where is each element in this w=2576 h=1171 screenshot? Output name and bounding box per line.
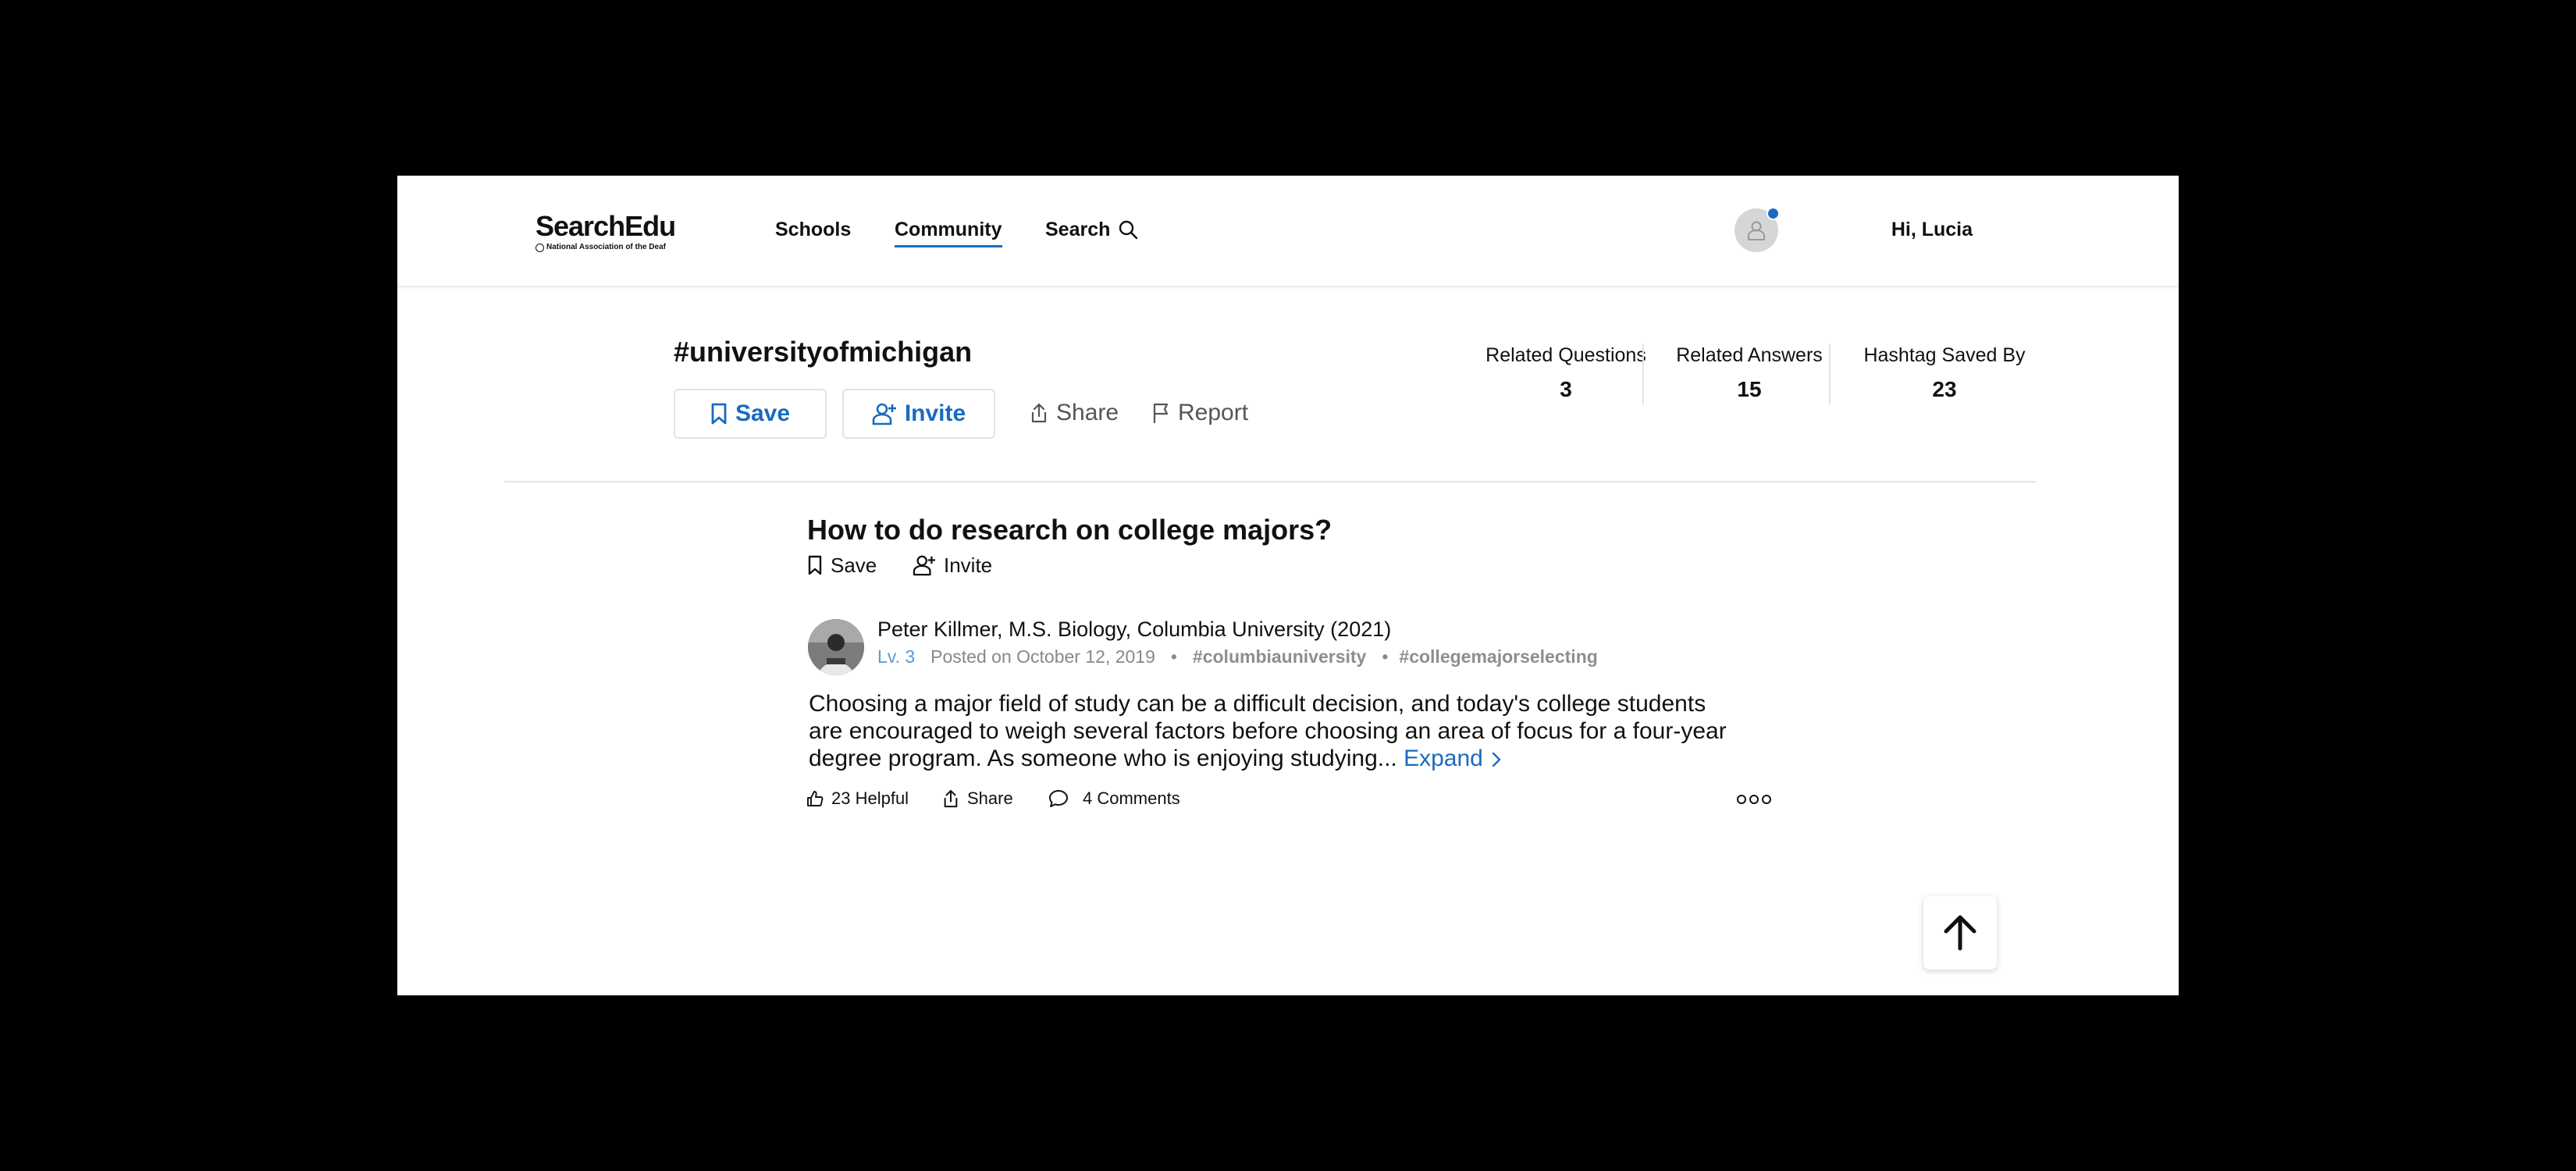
stat-label: Related Questions bbox=[1485, 344, 1646, 366]
share-icon bbox=[1030, 402, 1048, 424]
scroll-to-top-button[interactable] bbox=[1923, 896, 1997, 970]
author-avatar[interactable] bbox=[808, 619, 864, 675]
add-user-icon bbox=[872, 402, 897, 425]
comments-label: 4 Comments bbox=[1083, 788, 1180, 808]
share-hashtag-label: Share bbox=[1056, 400, 1119, 425]
stat-value: 23 bbox=[1932, 377, 1957, 401]
section-divider bbox=[504, 481, 2036, 482]
expand-link[interactable]: Expand bbox=[1404, 746, 1502, 771]
logo-subtitle: National Association of the Deaf bbox=[535, 243, 692, 252]
invite-question-label: Invite bbox=[944, 553, 993, 577]
more-dot bbox=[1762, 795, 1771, 804]
notification-dot bbox=[1767, 207, 1780, 220]
save-question-label: Save bbox=[831, 553, 877, 577]
author-name[interactable]: Peter Killmer, M.S. Biology, Columbia Un… bbox=[877, 617, 1391, 642]
nav-community-label: Community bbox=[895, 219, 1002, 240]
stat-value: 3 bbox=[1560, 377, 1572, 401]
posted-date: Posted on October 12, 2019 bbox=[930, 646, 1155, 667]
stat-label: Hashtag Saved By bbox=[1863, 344, 2026, 366]
seal-icon bbox=[535, 243, 544, 252]
share-answer-label: Share bbox=[967, 788, 1013, 808]
more-icon[interactable] bbox=[1737, 792, 1771, 807]
save-hashtag-button[interactable]: Save bbox=[674, 389, 827, 439]
app-window: SearchEdu National Association of the De… bbox=[397, 176, 2179, 995]
nav-community[interactable]: Community bbox=[895, 218, 1002, 247]
nav-schools-label: Schools bbox=[775, 219, 852, 240]
flag-icon bbox=[1151, 402, 1170, 424]
bookmark-icon bbox=[807, 555, 823, 575]
report-label: Report bbox=[1178, 400, 1249, 425]
bullet-separator: • bbox=[1382, 646, 1389, 667]
nav-search-label: Search bbox=[1045, 219, 1111, 240]
author-level: Lv. 3 bbox=[877, 646, 916, 667]
nav-search[interactable]: Search bbox=[1045, 218, 1138, 241]
stat-label: Related Answers bbox=[1676, 344, 1823, 366]
user-avatar-button[interactable] bbox=[1735, 207, 1780, 252]
stat-divider bbox=[1642, 343, 1644, 404]
answer-body: Choosing a major field of study can be a… bbox=[809, 691, 1727, 771]
active-nav-underline bbox=[895, 245, 1002, 247]
stat-related-answers: Related Answers 15 bbox=[1656, 343, 1843, 403]
expand-label: Expand bbox=[1404, 746, 1483, 771]
arrow-up-icon bbox=[1941, 913, 1980, 952]
search-icon bbox=[1118, 219, 1138, 240]
logo[interactable]: SearchEdu National Association of the De… bbox=[535, 212, 692, 255]
question-title[interactable]: How to do research on college majors? bbox=[807, 513, 1332, 547]
report-button[interactable]: Report bbox=[1151, 399, 1248, 427]
thumbs-up-icon bbox=[806, 790, 824, 807]
logo-name: SearchEdu bbox=[535, 210, 676, 242]
bookmark-icon bbox=[710, 403, 728, 425]
top-navigation-bar: SearchEdu National Association of the De… bbox=[397, 176, 2179, 287]
share-icon bbox=[942, 788, 959, 809]
helpful-label: 23 Helpful bbox=[831, 788, 909, 808]
share-hashtag-button[interactable]: Share bbox=[1030, 399, 1119, 427]
helpful-button[interactable]: 23 Helpful bbox=[806, 788, 909, 810]
user-icon bbox=[1746, 219, 1767, 241]
invite-label: Invite bbox=[904, 400, 966, 426]
nav-schools[interactable]: Schools bbox=[775, 218, 851, 241]
invite-question-button[interactable]: Invite bbox=[913, 553, 992, 578]
chevron-right-icon bbox=[1491, 751, 1502, 768]
stat-divider bbox=[1829, 343, 1831, 404]
bullet-separator: • bbox=[1170, 646, 1177, 667]
share-answer-button[interactable]: Share bbox=[942, 788, 1013, 810]
stat-value: 15 bbox=[1737, 377, 1762, 401]
logo-subtitle-text: National Association of the Deaf bbox=[546, 243, 666, 251]
save-question-button[interactable]: Save bbox=[807, 553, 877, 578]
add-user-icon bbox=[913, 554, 936, 576]
hashtag-link[interactable]: #collegemajorselecting bbox=[1399, 646, 1597, 667]
hashtag-title: #universityofmichigan bbox=[674, 336, 973, 368]
stat-hashtag-saved-by: Hashtag Saved By 23 bbox=[1843, 343, 2046, 403]
answer-meta: Lv. 3 Posted on October 12, 2019 • #colu… bbox=[877, 646, 1598, 667]
answer-text: Choosing a major field of study can be a… bbox=[809, 690, 1745, 772]
stat-related-questions: Related Questions 3 bbox=[1461, 343, 1671, 403]
comments-button[interactable]: 4 Comments bbox=[1048, 788, 1180, 810]
hashtag-link[interactable]: #columbiauniversity bbox=[1193, 646, 1366, 667]
more-dot bbox=[1749, 795, 1759, 804]
save-hashtag-label: Save bbox=[735, 400, 791, 426]
comment-icon bbox=[1048, 789, 1069, 808]
more-dot bbox=[1737, 795, 1746, 804]
user-greeting: Hi, Lucia bbox=[1891, 219, 1973, 240]
invite-button[interactable]: Invite bbox=[842, 389, 995, 439]
